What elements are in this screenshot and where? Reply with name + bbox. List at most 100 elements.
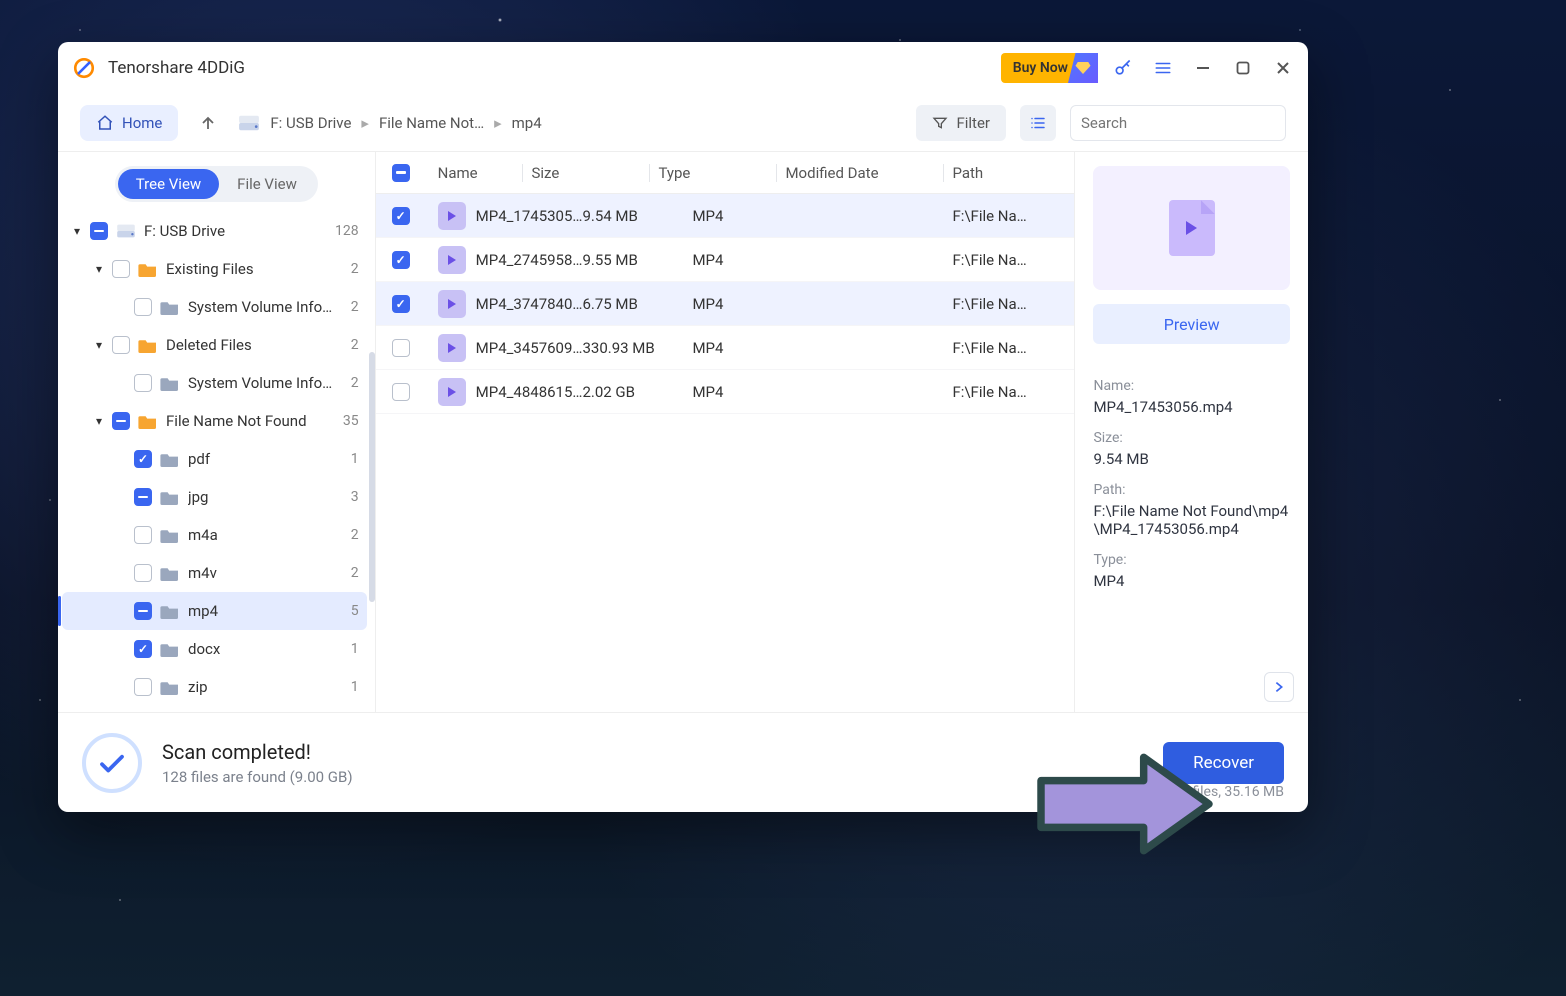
tree-checkbox[interactable]	[134, 298, 152, 316]
minimize-button[interactable]	[1190, 55, 1216, 81]
table-row[interactable]: MP4_4848615…2.02 GBMP4F:\File Na…	[376, 370, 1075, 414]
tree-twist-icon[interactable]	[112, 640, 130, 658]
recover-button[interactable]: Recover	[1163, 742, 1284, 784]
table-row[interactable]: MP4_3457609…330.93 MBMP4F:\File Na…	[376, 326, 1075, 370]
buy-now-button[interactable]: Buy Now	[1001, 53, 1096, 83]
status-text: Scan completed! 128 files are found (9.0…	[162, 740, 353, 786]
tree-item[interactable]: docx1	[62, 630, 367, 668]
tree-twist-icon[interactable]: ▾	[90, 412, 108, 430]
row-checkbox[interactable]	[392, 207, 410, 225]
tree-checkbox[interactable]	[134, 678, 152, 696]
tree-checkbox[interactable]	[112, 260, 130, 278]
folder-icon	[160, 678, 180, 696]
tree-item[interactable]: ▾File Name Not Found35	[62, 402, 367, 440]
table-row[interactable]: MP4_1745305…9.54 MBMP4F:\File Na…	[376, 194, 1075, 238]
tree-twist-icon[interactable]	[112, 526, 130, 544]
tree-checkbox[interactable]	[112, 336, 130, 354]
file-type: MP4	[692, 295, 802, 313]
col-name[interactable]: Name	[434, 164, 515, 182]
app-logo-icon	[70, 54, 98, 82]
tree-twist-icon[interactable]	[112, 488, 130, 506]
file-type: MP4	[692, 251, 802, 269]
tree-twist-icon[interactable]	[112, 298, 130, 316]
tree-checkbox[interactable]	[134, 640, 152, 658]
row-checkbox[interactable]	[392, 383, 410, 401]
tree-item[interactable]: m4a2	[62, 516, 367, 554]
tree-twist-icon[interactable]	[112, 602, 130, 620]
tree-checkbox[interactable]	[134, 450, 152, 468]
list-icon	[1029, 114, 1047, 132]
folder-icon	[160, 526, 180, 544]
tree-twist-icon[interactable]: ▾	[68, 222, 86, 240]
tree-count: 5	[351, 603, 361, 619]
tree-twist-icon[interactable]	[112, 374, 130, 392]
tree-item[interactable]: mp45	[62, 592, 367, 630]
tree: ▾F: USB Drive128▾Existing Files2System V…	[58, 208, 375, 712]
tree-item[interactable]: zip1	[62, 668, 367, 706]
tree-checkbox[interactable]	[134, 564, 152, 582]
file-path: F:\File Na…	[952, 295, 1062, 313]
status-title: Scan completed!	[162, 740, 353, 764]
crumb-folder[interactable]: File Name Not…	[379, 114, 484, 132]
crumb-drive[interactable]: F: USB Drive	[270, 114, 351, 132]
tree-item[interactable]: ▾F: USB Drive128	[62, 212, 367, 250]
meta-type-value: MP4	[1093, 572, 1290, 590]
tree-label: m4v	[188, 564, 351, 582]
tree-twist-icon[interactable]	[112, 678, 130, 696]
tree-count: 1	[351, 679, 361, 695]
tree-item[interactable]: jpg3	[62, 478, 367, 516]
tree-item[interactable]: pdf1	[62, 440, 367, 478]
tab-file-view[interactable]: File View	[219, 169, 315, 199]
maximize-button[interactable]	[1230, 55, 1256, 81]
col-type[interactable]: Type	[658, 164, 768, 182]
col-path[interactable]: Path	[952, 164, 1062, 182]
row-checkbox[interactable]	[392, 295, 410, 313]
video-icon	[438, 290, 466, 318]
tree-checkbox[interactable]	[134, 488, 152, 506]
up-button[interactable]	[192, 107, 224, 139]
close-button[interactable]	[1270, 55, 1296, 81]
tree-count: 35	[343, 413, 361, 429]
table-row[interactable]: MP4_3747840…6.75 MBMP4F:\File Na…	[376, 282, 1075, 326]
menu-icon[interactable]	[1150, 55, 1176, 81]
home-button[interactable]: Home	[80, 105, 178, 141]
tree-count: 2	[351, 337, 361, 353]
meta-path-label: Path:	[1093, 482, 1290, 498]
tree-twist-icon[interactable]	[112, 564, 130, 582]
file-name: MP4_4848615…	[476, 383, 583, 401]
tree-item[interactable]: System Volume Info…2	[62, 288, 367, 326]
folder-icon	[160, 298, 180, 316]
tree-label: System Volume Info…	[188, 298, 351, 316]
tree-item[interactable]: ▾Existing Files2	[62, 250, 367, 288]
tree-twist-icon[interactable]: ▾	[90, 336, 108, 354]
tree-item[interactable]: ▾Deleted Files2	[62, 326, 367, 364]
tree-item[interactable]: System Volume Info…2	[62, 364, 367, 402]
filter-button[interactable]: Filter	[916, 105, 1006, 141]
tree-checkbox[interactable]	[90, 222, 108, 240]
row-checkbox[interactable]	[392, 339, 410, 357]
row-checkbox[interactable]	[392, 251, 410, 269]
tree-checkbox[interactable]	[134, 526, 152, 544]
preview-button[interactable]: Preview	[1093, 304, 1290, 344]
tree-checkbox[interactable]	[112, 412, 130, 430]
list-view-button[interactable]	[1020, 105, 1056, 141]
drive-icon	[238, 114, 260, 132]
col-modified-date[interactable]: Modified Date	[785, 164, 935, 182]
select-all-checkbox[interactable]	[392, 164, 410, 182]
search-input[interactable]	[1081, 114, 1280, 132]
crumb-leaf[interactable]: mp4	[512, 114, 542, 132]
scan-complete-icon	[82, 733, 142, 793]
tree-twist-icon[interactable]	[112, 450, 130, 468]
key-icon[interactable]	[1110, 55, 1136, 81]
sidebar-scrollbar[interactable]	[369, 352, 375, 602]
table-row[interactable]: MP4_2745958…9.55 MBMP4F:\File Na…	[376, 238, 1075, 282]
tree-item[interactable]: m4v2	[62, 554, 367, 592]
col-size[interactable]: Size	[531, 164, 641, 182]
tree-count: 1	[351, 451, 361, 467]
search-box[interactable]	[1070, 105, 1286, 141]
tree-checkbox[interactable]	[134, 374, 152, 392]
tree-checkbox[interactable]	[134, 602, 152, 620]
expand-panel-button[interactable]	[1264, 672, 1294, 702]
tab-tree-view[interactable]: Tree View	[118, 169, 219, 199]
tree-twist-icon[interactable]: ▾	[90, 260, 108, 278]
